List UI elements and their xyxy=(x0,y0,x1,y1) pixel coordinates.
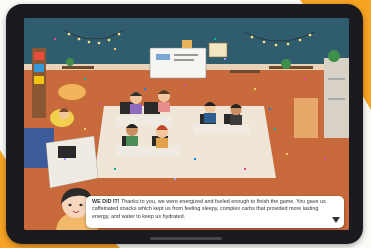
dialog-text: WE DID IT! Thanks to you, we were energi… xyxy=(92,199,328,221)
triangle-down-icon[interactable] xyxy=(332,217,340,223)
dialog-body: Thanks to you, we were energized and fue… xyxy=(92,199,326,220)
dialog-highlight: WE DID IT! xyxy=(92,199,120,205)
dialog-box[interactable]: WE DID IT! Thanks to you, we were energi… xyxy=(86,196,344,228)
game-screen[interactable]: WE DID IT! Thanks to you, we were energi… xyxy=(24,18,349,230)
home-indicator xyxy=(150,237,222,240)
